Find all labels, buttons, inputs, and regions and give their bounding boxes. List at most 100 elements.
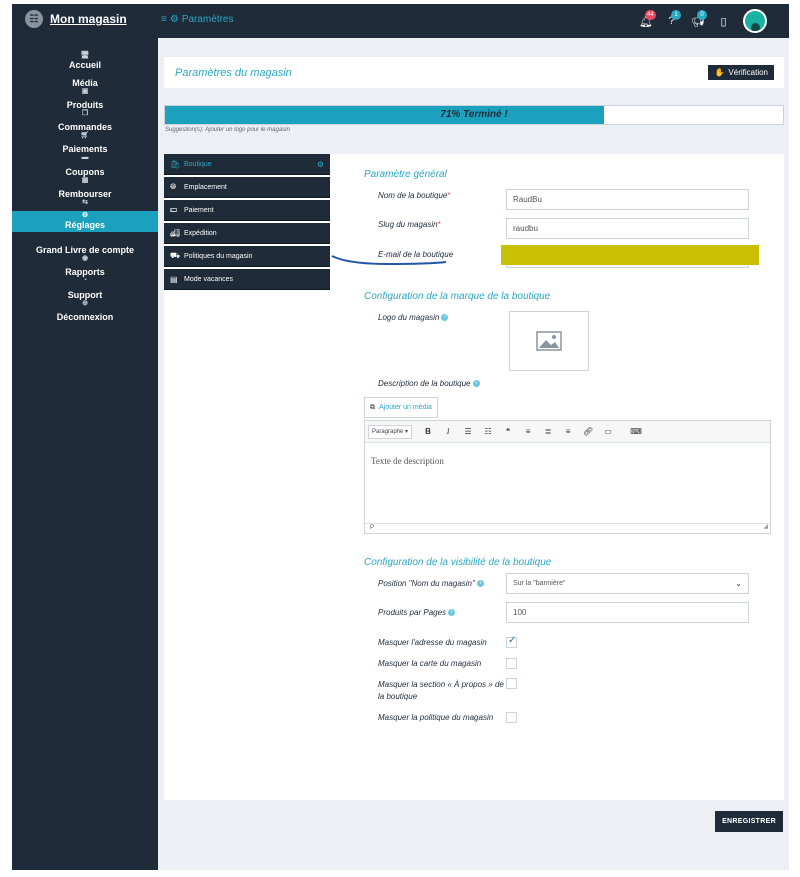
bell-icon[interactable]: 🔔︎ 44 bbox=[639, 9, 656, 28]
section-title-general: Paramètre général bbox=[364, 169, 447, 180]
tab-paiement[interactable]: 💵︎ Paiement bbox=[164, 200, 330, 221]
top-bar: ☷ Mon magasin ≡ ⚙ Paramètres 🔔︎ 44 ? 1 📢… bbox=[12, 4, 789, 38]
chevron-down-icon: ⌄ bbox=[735, 579, 742, 588]
pie-chart-icon: ◔ bbox=[82, 277, 88, 284]
globe-icon: 🌐︎ bbox=[170, 182, 177, 191]
editor-placeholder[interactable]: Texte de description bbox=[371, 456, 444, 466]
hand-icon: ✋ bbox=[714, 68, 725, 77]
sidebar-item-deconnexion[interactable]: Déconnexion bbox=[12, 312, 158, 322]
refund-icon: ⇆ bbox=[82, 199, 88, 206]
announcement-badge: 0 bbox=[697, 9, 707, 20]
breadcrumb-label: Paramètres bbox=[181, 14, 234, 25]
hide-policy-checkbox[interactable] bbox=[506, 712, 517, 723]
sidebar: 🖥︎ Accueil Média ▣ Produits ❒ Commandes … bbox=[12, 38, 158, 870]
lifebuoy-icon: ⊕ bbox=[82, 300, 88, 307]
shopping-bag-icon: 🛍︎ bbox=[170, 159, 181, 169]
brand-name[interactable]: Mon magasin bbox=[50, 12, 127, 26]
store-name-position-select[interactable]: Sur la "bannière" ⌄ bbox=[506, 573, 749, 594]
sidebar-item-paiements[interactable]: Paiements ▬ bbox=[12, 144, 158, 162]
add-media-button[interactable]: ⧉ Ajouter un média bbox=[364, 397, 438, 418]
app-frame: ☷ Mon magasin ≡ ⚙ Paramètres 🔔︎ 44 ? 1 📢… bbox=[12, 4, 789, 870]
tab-boutique[interactable]: 🛍︎ Boutique ⚙ bbox=[164, 154, 330, 175]
hide-address-checkbox[interactable]: ✓ bbox=[506, 635, 517, 648]
page-title: Paramètres du magasin bbox=[175, 67, 292, 79]
suggestion-text: Suggestion(s): Ajouter un logo pour le m… bbox=[165, 127, 290, 133]
tab-mode-vacances[interactable]: ▤ Mode vacances bbox=[164, 269, 330, 290]
link-icon[interactable]: 🔗︎ bbox=[578, 427, 598, 436]
avatar[interactable] bbox=[743, 9, 767, 33]
box-icon: ❒ bbox=[81, 110, 89, 117]
top-icons: 🔔︎ 44 ? 1 📢︎ 0 ▯ bbox=[639, 9, 767, 33]
sidebar-item-media[interactable]: Média ▣ bbox=[12, 78, 158, 96]
sidebar-item-reglages[interactable]: ⚙ Réglages bbox=[12, 211, 158, 232]
ledger-icon: ◉ bbox=[81, 255, 89, 262]
sidebar-item-support[interactable]: Support ⊕ bbox=[12, 290, 158, 308]
help-badge: 1 bbox=[671, 10, 681, 20]
redaction-block bbox=[501, 245, 759, 265]
align-left-icon[interactable]: ≡ bbox=[518, 427, 538, 436]
bullet-list-icon[interactable]: ☰ bbox=[458, 427, 478, 436]
save-button[interactable]: ENREGISTRER bbox=[715, 811, 783, 832]
megaphone-icon[interactable]: 📢︎ 0 bbox=[691, 9, 707, 28]
cart-icon: 🛒︎ bbox=[80, 132, 90, 139]
store-slug-input[interactable] bbox=[506, 218, 749, 239]
brand[interactable]: ☷ Mon magasin bbox=[25, 10, 127, 28]
hide-about-checkbox[interactable] bbox=[506, 678, 517, 689]
coupon-icon: ▦ bbox=[81, 177, 89, 184]
sidebar-item-commandes[interactable]: Commandes 🛒︎ bbox=[12, 122, 158, 140]
keyboard-icon[interactable]: ⌨ bbox=[626, 427, 646, 436]
monitor-icon: 🖥︎ bbox=[80, 52, 90, 59]
tab-politiques[interactable]: ⛟ Politiques du magasin bbox=[164, 246, 330, 267]
tab-expedition[interactable]: 🚚︎ Expédition bbox=[164, 223, 330, 244]
money-icon: 💵︎ bbox=[170, 205, 178, 214]
calendar-icon: ▤ bbox=[170, 274, 178, 284]
notification-badge: 44 bbox=[645, 9, 656, 20]
profile-progress-bar: 71% Terminé ! bbox=[164, 105, 784, 125]
tablet-icon[interactable]: ▯ bbox=[717, 15, 730, 28]
truck-icon: 🚚︎ bbox=[170, 228, 181, 238]
sidebar-item-coupons[interactable]: Coupons ▦ bbox=[12, 167, 158, 185]
logo-upload[interactable] bbox=[509, 311, 589, 371]
sidebar-item-accueil[interactable]: 🖥︎ Accueil bbox=[12, 52, 158, 70]
menu-toggle-icon[interactable]: ≡ bbox=[161, 14, 167, 25]
store-slug-label: Slug du magasin* bbox=[378, 220, 441, 229]
credit-card-icon: ▬ bbox=[81, 154, 89, 161]
read-more-icon[interactable]: ▭ bbox=[598, 427, 618, 436]
tab-emplacement[interactable]: 🌐︎ Emplacement bbox=[164, 177, 330, 198]
products-per-page-input[interactable] bbox=[506, 602, 749, 623]
store-logo-icon: ☷ bbox=[25, 10, 43, 28]
gears-icon: ⚙ bbox=[169, 14, 179, 25]
sidebar-item-rembourser[interactable]: Rembourser ⇆ bbox=[12, 189, 158, 207]
image-placeholder-icon bbox=[536, 331, 562, 351]
italic-icon[interactable]: I bbox=[438, 427, 458, 436]
media-icon: ⧉ bbox=[370, 403, 375, 411]
breadcrumb: ≡ ⚙ Paramètres bbox=[161, 14, 234, 25]
verification-button[interactable]: ✋ Vérification bbox=[708, 65, 774, 80]
gear-icon: ⚙ bbox=[316, 159, 324, 169]
settings-tabs: 🛍︎ Boutique ⚙ 🌐︎ Emplacement 💵︎ Paiement… bbox=[164, 154, 330, 292]
help-icon[interactable]: ? 1 bbox=[665, 10, 681, 27]
align-center-icon[interactable]: ≣ bbox=[538, 427, 558, 436]
description-editor[interactable]: Paragraphe ▾ B I ☰ ☷ ❝ ≡ ≣ ≡ 🔗︎ ▭ ⌨ Text… bbox=[364, 420, 771, 534]
quote-icon[interactable]: ❝ bbox=[498, 427, 518, 436]
resize-handle-icon[interactable]: ◢ bbox=[763, 523, 768, 532]
progress-text: 71% Terminé ! bbox=[440, 109, 508, 120]
bold-icon[interactable]: B bbox=[418, 427, 438, 436]
format-select[interactable]: Paragraphe ▾ bbox=[368, 424, 413, 439]
gear-icon: ⚙ bbox=[81, 212, 89, 219]
image-icon: ▣ bbox=[81, 88, 89, 95]
sidebar-item-grand-livre[interactable]: Grand Livre de compte ◉ bbox=[12, 245, 158, 263]
delivery-icon: ⛟ bbox=[170, 251, 181, 260]
store-name-input[interactable] bbox=[506, 189, 749, 210]
settings-header: Paramètres du magasin ✋ Vérification bbox=[164, 57, 784, 88]
check-icon: ✓ bbox=[508, 635, 517, 646]
redaction-scribble bbox=[331, 255, 447, 266]
sidebar-item-produits[interactable]: Produits ❒ bbox=[12, 100, 158, 118]
editor-toolbar: Paragraphe ▾ B I ☰ ☷ ❝ ≡ ≣ ≡ 🔗︎ ▭ ⌨ bbox=[365, 421, 770, 443]
sidebar-item-rapports[interactable]: Rapports ◔ bbox=[12, 267, 158, 285]
align-right-icon[interactable]: ≡ bbox=[558, 427, 578, 436]
editor-path: P ◢ bbox=[365, 523, 770, 533]
numbered-list-icon[interactable]: ☷ bbox=[478, 427, 498, 436]
store-name-label: Nom de la boutique* bbox=[378, 191, 451, 200]
hide-map-checkbox[interactable] bbox=[506, 658, 517, 669]
